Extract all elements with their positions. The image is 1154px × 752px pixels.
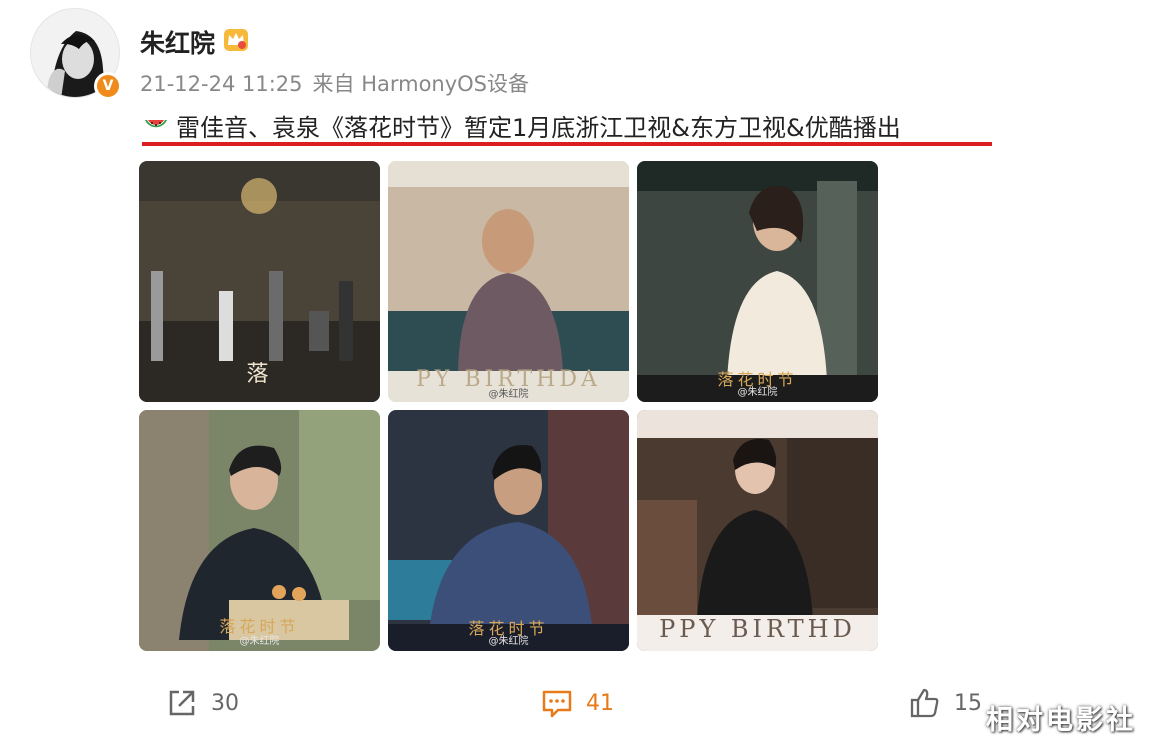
photo-grid: 落 PY BIRTHDA @朱红院 落花时节 @朱红院 落花时节 @朱红院 落花… bbox=[139, 161, 878, 651]
photo-thumbnail-2[interactable]: PY BIRTHDA @朱红院 bbox=[388, 161, 629, 402]
watermark-text: 相对电影社 bbox=[986, 705, 1136, 736]
photo-overlay-text: 落 bbox=[246, 362, 273, 387]
post-timestamp[interactable]: 21-12-24 11:25 bbox=[140, 72, 303, 96]
comment-icon bbox=[542, 690, 572, 718]
photo-overlay-text: PPY BIRTHD bbox=[659, 615, 856, 643]
photo-image bbox=[388, 161, 629, 402]
photo-thumbnail-6[interactable]: PPY BIRTHD bbox=[637, 410, 878, 651]
watermelon-icon bbox=[145, 119, 167, 127]
author-name[interactable]: 朱红院 bbox=[140, 24, 215, 60]
share-count: 30 bbox=[211, 690, 239, 716]
thumbs-up-icon bbox=[910, 688, 939, 718]
like-button[interactable]: 15 bbox=[908, 680, 982, 726]
photo-thumbnail-4[interactable]: 落花时节 @朱红院 bbox=[139, 410, 380, 651]
post-source: 来自 HarmonyOS设备 bbox=[312, 72, 530, 96]
avatar-container[interactable]: V bbox=[30, 8, 122, 100]
verified-badge-icon: V bbox=[94, 72, 122, 100]
photo-thumbnail-5[interactable]: 落花时节 @朱红院 bbox=[388, 410, 629, 651]
post-body: 雷佳音、袁泉《落花时节》暂定1月底浙江卫视&东方卫视&优酷播出 bbox=[142, 108, 901, 143]
comment-button[interactable]: 41 bbox=[540, 680, 614, 726]
photo-credit: @朱红院 bbox=[737, 387, 778, 398]
photo-credit: @朱红院 bbox=[488, 636, 529, 647]
share-button[interactable]: 30 bbox=[165, 680, 239, 726]
photo-thumbnail-1[interactable]: 落 bbox=[139, 161, 380, 402]
crown-icon[interactable] bbox=[222, 25, 250, 53]
photo-credit: @朱红院 bbox=[488, 389, 529, 400]
photo-thumbnail-3[interactable]: 落花时节 @朱红院 bbox=[637, 161, 878, 402]
share-icon bbox=[169, 690, 195, 716]
action-bar: 30 41 15 bbox=[0, 680, 1154, 730]
highlight-underline bbox=[142, 142, 992, 146]
post-meta: 21-12-24 11:25 来自 HarmonyOS设备 bbox=[140, 68, 539, 98]
post-text: 雷佳音、袁泉《落花时节》暂定1月底浙江卫视&东方卫视&优酷播出 bbox=[176, 114, 901, 142]
photo-credit: @朱红院 bbox=[239, 636, 280, 647]
comment-count: 41 bbox=[586, 690, 614, 716]
like-count: 15 bbox=[954, 690, 982, 716]
weibo-post: V 朱红院 21-12-24 11:25 来自 HarmonyOS设备 雷佳音、袁… bbox=[0, 0, 1154, 752]
